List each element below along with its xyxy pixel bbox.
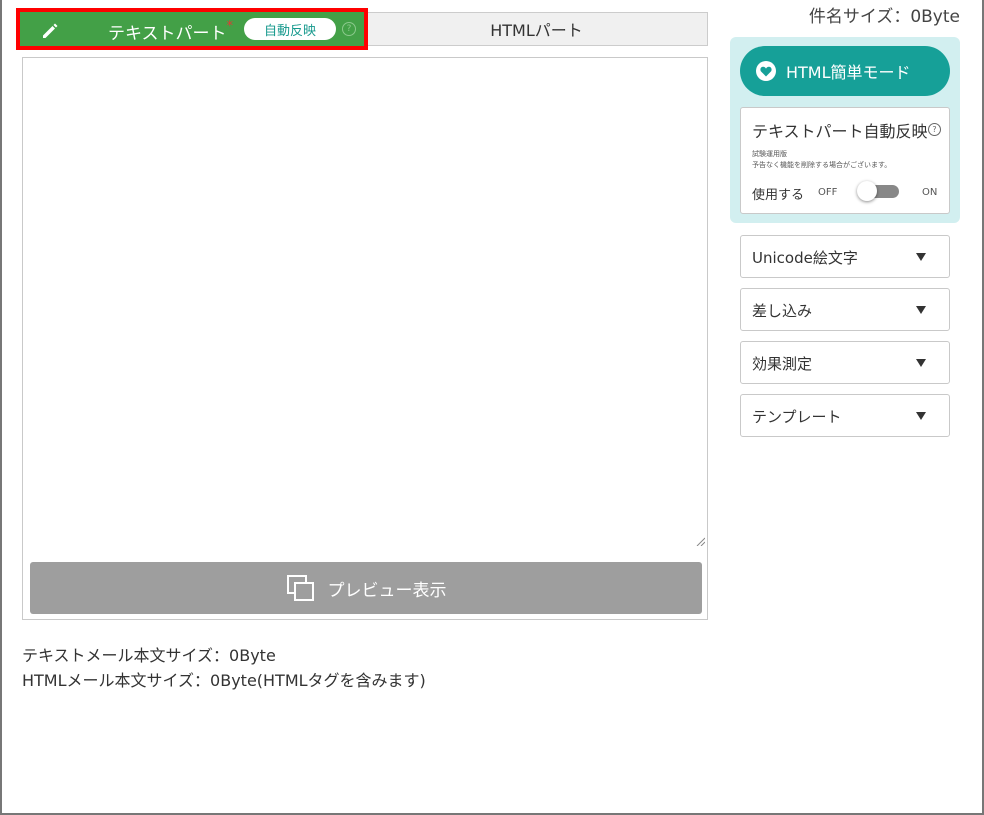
dropdown-merge-field[interactable]: 差し込み <box>740 288 950 331</box>
dropdown-effect-measurement[interactable]: 効果測定 <box>740 341 950 384</box>
auto-reflect-title: テキストパート自動反映 <box>752 122 928 141</box>
triangle-down-icon <box>916 412 926 420</box>
dropdown-template[interactable]: テンプレート <box>740 394 950 437</box>
dropdown-unicode-emoji[interactable]: Unicode絵文字 <box>740 235 950 278</box>
warning-note: 予告なく機能を削除する場合がございます。 <box>752 161 892 169</box>
help-icon[interactable]: ? <box>928 123 941 136</box>
triangle-down-icon <box>916 359 926 367</box>
triangle-down-icon <box>916 253 926 261</box>
preview-window-icon <box>286 575 314 601</box>
tab-html-part[interactable]: HTMLパート <box>365 12 708 46</box>
body-size-info: テキストメール本文サイズ：0Byte HTMLメール本文サイズ：0Byte(HT… <box>22 643 426 693</box>
resize-grip-icon[interactable] <box>695 536 705 546</box>
subject-size: 件名サイズ：0Byte <box>808 7 960 27</box>
html-easy-mode-button[interactable]: HTML簡単モード <box>740 46 950 96</box>
highlight-box <box>16 8 368 50</box>
triangle-down-icon <box>916 306 926 314</box>
preview-label: プレビュー表示 <box>327 580 447 601</box>
html-mode-panel: HTML簡単モード テキストパート自動反映 ? 試験運用版 予告なく機能を削除す… <box>730 37 960 223</box>
dropdown-label: 効果測定 <box>752 355 813 373</box>
text-mail-size: テキストメール本文サイズ：0Byte <box>22 646 276 665</box>
auto-reflect-toggle[interactable] <box>857 181 899 201</box>
toggle-knob <box>857 181 877 201</box>
on-label: ON <box>922 187 938 198</box>
dropdown-label: テンプレート <box>752 408 842 426</box>
auto-reflect-card: テキストパート自動反映 ? 試験運用版 予告なく機能を削除する場合がございます。… <box>740 107 950 214</box>
dropdown-label: 差し込み <box>752 302 813 320</box>
html-easy-mode-label: HTML簡単モード <box>786 63 911 82</box>
trial-note: 試験運用版 <box>752 150 787 158</box>
dropdown-label: Unicode絵文字 <box>752 249 858 267</box>
use-label: 使用する <box>752 188 805 203</box>
preview-button[interactable]: プレビュー表示 <box>30 562 702 614</box>
body-textarea[interactable] <box>23 58 707 550</box>
html-mail-size: HTMLメール本文サイズ：0Byte(HTMLタグを含みます) <box>22 671 426 690</box>
off-label: OFF <box>818 187 838 198</box>
text-editor-panel: プレビュー表示 <box>22 57 708 620</box>
heart-icon <box>756 61 776 81</box>
